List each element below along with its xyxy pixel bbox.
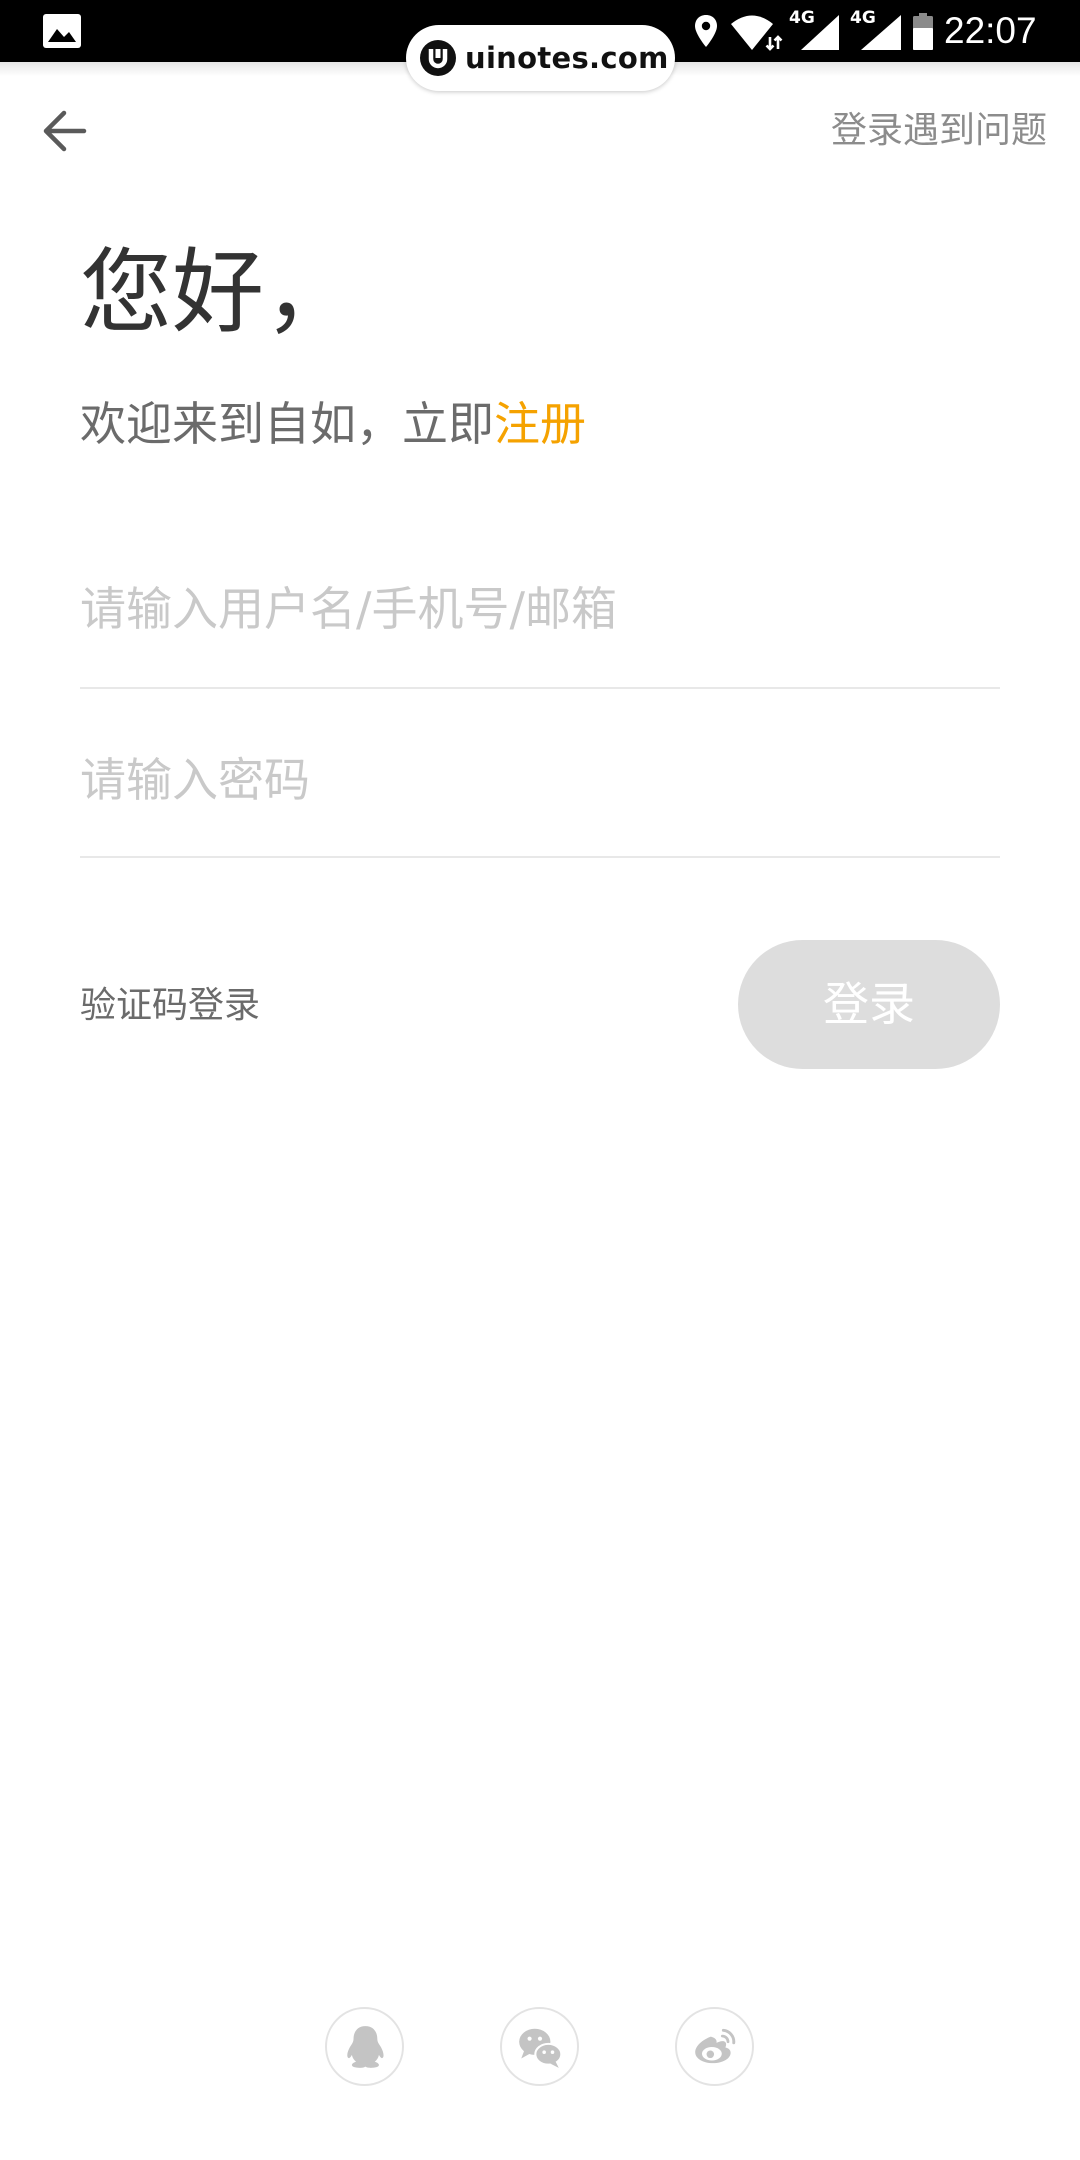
greeting-title: 您好， (80, 239, 357, 346)
watermark-badge: uinotes.com (406, 25, 675, 91)
uinotes-logo-icon (420, 40, 456, 76)
sms-code-login-link[interactable]: 验证码登录 (80, 983, 260, 1029)
weibo-login-button[interactable] (675, 2007, 754, 2086)
login-help-link[interactable]: 登录遇到问题 (831, 108, 1047, 154)
greeting-subtitle-text: 欢迎来到自如，立即 (80, 397, 494, 451)
weibo-icon (694, 2028, 735, 2063)
wechat-login-button[interactable] (500, 2007, 579, 2086)
back-button[interactable] (36, 104, 92, 158)
login-screen: 4G 4G 22:07 uinotes.com 登录遇到问题 您好， 欢迎来到自… (0, 0, 1080, 2160)
qq-icon (346, 2025, 384, 2068)
watermark-text: uinotes.com (465, 41, 669, 75)
password-field (80, 731, 1000, 858)
back-arrow-icon (43, 110, 87, 152)
cell-signal-icon (801, 15, 839, 50)
greeting-subtitle: 欢迎来到自如，立即注册 (80, 396, 586, 452)
cell-signal-icon (861, 15, 901, 50)
wechat-icon (518, 2028, 562, 2068)
battery-icon (913, 13, 933, 50)
wifi-icon (731, 15, 783, 51)
login-button[interactable]: 登录 (738, 940, 1000, 1069)
gallery-icon (43, 14, 81, 48)
username-field (80, 560, 1000, 689)
qq-login-button[interactable] (325, 2007, 404, 2086)
register-link[interactable]: 注册 (494, 397, 586, 451)
password-input[interactable] (80, 741, 1000, 819)
clock: 22:07 (944, 10, 1037, 51)
location-icon (695, 15, 717, 47)
username-input[interactable] (80, 570, 1000, 648)
